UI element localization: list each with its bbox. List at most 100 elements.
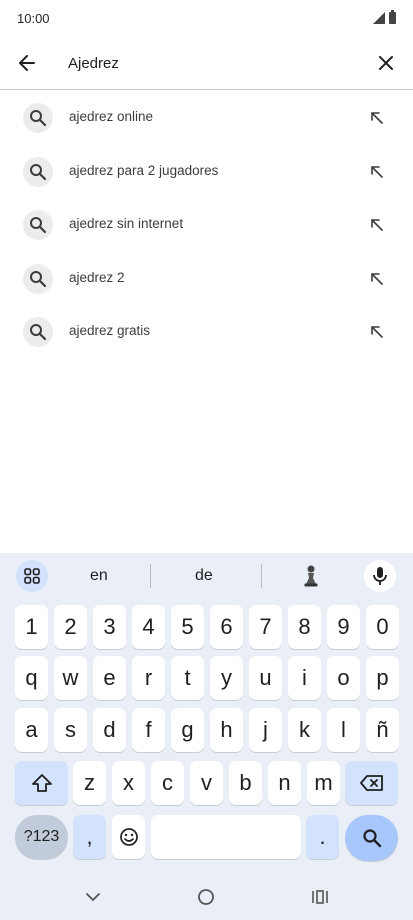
suggestion-divider — [261, 564, 262, 588]
emoji-key[interactable] — [112, 815, 145, 859]
search-header — [0, 36, 413, 90]
keyboard-suggestion[interactable]: en — [90, 567, 108, 585]
arrow-up-left-icon — [371, 219, 383, 231]
status-time: 10:00 — [17, 11, 50, 26]
key-i[interactable]: i — [288, 656, 321, 700]
key-3[interactable]: 3 — [93, 605, 126, 649]
key-w[interactable]: w — [54, 656, 87, 700]
suggestion-text: ajedrez para 2 jugadores — [69, 162, 219, 178]
key-c[interactable]: c — [151, 761, 184, 805]
fill-query-button[interactable] — [367, 322, 387, 342]
key-f[interactable]: f — [132, 708, 165, 752]
key-x[interactable]: x — [112, 761, 145, 805]
suggestion-text: ajedrez gratis — [69, 323, 151, 338]
fill-query-button[interactable] — [367, 108, 387, 128]
search-icon — [23, 210, 53, 240]
status-icons — [373, 10, 396, 24]
key-a[interactable]: a — [15, 708, 48, 752]
key-d[interactable]: d — [93, 708, 126, 752]
key-y[interactable]: y — [210, 656, 243, 700]
search-icon — [23, 317, 53, 347]
keyboard-suggestion-emoji[interactable] — [302, 564, 320, 588]
key-2[interactable]: 2 — [54, 605, 87, 649]
system-nav-bar — [0, 872, 413, 920]
key-z[interactable]: z — [73, 761, 106, 805]
suggestion-item[interactable]: ajedrez gratis — [0, 305, 413, 359]
key-t[interactable]: t — [171, 656, 204, 700]
key-o[interactable]: o — [327, 656, 360, 700]
suggestion-list: ajedrez online ajedrez para 2 jugadores … — [0, 91, 413, 359]
search-icon — [23, 156, 53, 187]
keyboard-suggestion[interactable]: de — [195, 567, 213, 585]
key-9[interactable]: 9 — [327, 605, 360, 649]
key-u[interactable]: u — [249, 656, 282, 700]
period-key[interactable]: . — [306, 815, 339, 859]
key-4[interactable]: 4 — [132, 605, 165, 649]
key-n-tilde[interactable]: ñ — [366, 708, 399, 752]
status-bar: 10:00 — [0, 0, 413, 36]
suggestion-item[interactable]: ajedrez 2 — [0, 252, 413, 306]
key-7[interactable]: 7 — [249, 605, 282, 649]
key-8[interactable]: 8 — [288, 605, 321, 649]
suggestion-text: ajedrez sin internet — [69, 216, 184, 231]
fill-query-button[interactable] — [367, 215, 387, 235]
key-j[interactable]: j — [249, 708, 282, 752]
key-h[interactable]: h — [210, 708, 243, 752]
voice-input-button[interactable] — [364, 560, 396, 592]
nav-back-button[interactable] — [80, 884, 106, 910]
keyboard-toolbar: en de — [0, 553, 413, 598]
key-5[interactable]: 5 — [171, 605, 204, 649]
mic-icon — [373, 567, 387, 585]
keyboard: en de 1 2 3 4 5 6 7 8 9 0 q w e r t y u — [0, 553, 413, 920]
close-icon — [379, 56, 393, 70]
key-v[interactable]: v — [190, 761, 223, 805]
emoji-icon — [119, 828, 138, 846]
search-icon — [23, 103, 53, 133]
suggestion-text: ajedrez online — [69, 109, 154, 124]
chess-pawn-icon — [304, 565, 318, 587]
key-q[interactable]: q — [15, 656, 48, 700]
suggestion-text: ajedrez 2 — [69, 269, 125, 285]
space-key[interactable] — [151, 815, 301, 859]
suggestion-divider — [150, 564, 151, 588]
search-icon — [23, 263, 53, 294]
key-m[interactable]: m — [307, 761, 340, 805]
key-s[interactable]: s — [54, 708, 87, 752]
arrow-up-left-icon — [371, 326, 383, 338]
suggestion-item[interactable]: ajedrez para 2 jugadores — [0, 145, 413, 199]
arrow-up-left-icon — [371, 112, 383, 124]
shift-key[interactable] — [15, 761, 68, 805]
key-n[interactable]: n — [268, 761, 301, 805]
key-g[interactable]: g — [171, 708, 204, 752]
key-l[interactable]: l — [327, 708, 360, 752]
back-arrow-icon — [19, 55, 35, 71]
key-0[interactable]: 0 — [366, 605, 399, 649]
symbols-key[interactable]: ?123 — [15, 815, 68, 859]
search-input[interactable] — [68, 50, 348, 76]
nav-recents-button[interactable] — [307, 884, 333, 910]
arrow-up-left-icon — [371, 272, 383, 285]
suggestion-item[interactable]: ajedrez sin internet — [0, 198, 413, 252]
suggestion-item[interactable]: ajedrez online — [0, 91, 413, 145]
nav-back-icon — [86, 893, 100, 902]
key-6[interactable]: 6 — [210, 605, 243, 649]
key-r[interactable]: r — [132, 656, 165, 700]
backspace-icon — [359, 775, 383, 791]
back-button[interactable] — [13, 49, 41, 77]
nav-home-button[interactable] — [193, 884, 219, 910]
keyboard-menu-button[interactable] — [16, 560, 48, 592]
key-e[interactable]: e — [93, 656, 126, 700]
signal-icon — [373, 12, 385, 24]
arrow-up-left-icon — [371, 165, 383, 178]
key-b[interactable]: b — [229, 761, 262, 805]
key-k[interactable]: k — [288, 708, 321, 752]
key-p[interactable]: p — [366, 656, 399, 700]
clear-search-button[interactable] — [372, 49, 400, 77]
nav-home-icon — [198, 889, 214, 905]
fill-query-button[interactable] — [367, 269, 387, 289]
search-submit-key[interactable] — [345, 815, 398, 861]
fill-query-button[interactable] — [367, 162, 387, 182]
comma-key[interactable]: , — [73, 815, 106, 859]
backspace-key[interactable] — [345, 761, 398, 805]
key-1[interactable]: 1 — [15, 605, 48, 649]
